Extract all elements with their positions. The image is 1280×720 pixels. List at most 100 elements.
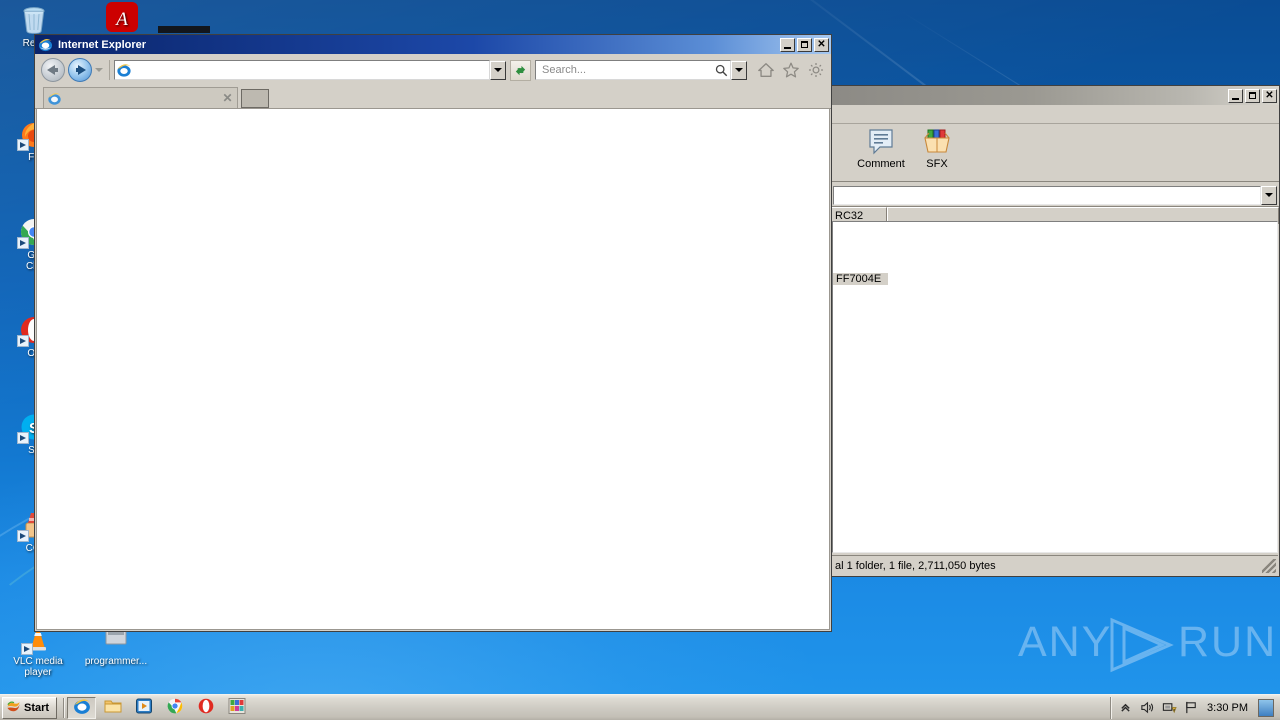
home-icon[interactable] <box>755 59 777 81</box>
browser-tab[interactable]: ✕ <box>43 87 238 108</box>
search-provider-dropdown-icon[interactable] <box>731 60 747 80</box>
chrome-icon <box>166 697 184 718</box>
resize-grip-icon[interactable] <box>1262 558 1276 573</box>
refresh-button[interactable] <box>510 59 531 81</box>
watermark-right-text: RUN <box>1178 618 1278 666</box>
ie-logo-icon <box>38 37 53 52</box>
windows-logo-icon <box>6 699 21 717</box>
ie-minimize-button[interactable] <box>780 37 795 52</box>
cell-crc32: FF7004E <box>833 273 888 285</box>
recycle-bin-icon <box>18 4 50 36</box>
media-player-icon <box>135 697 153 718</box>
page-favicon-icon <box>116 62 132 78</box>
shortcut-overlay-icon <box>17 335 29 347</box>
winrar-titlebar[interactable]: ✕ <box>831 86 1279 105</box>
desktop-icon-adobe-acrobat[interactable]: A <box>88 2 156 34</box>
forward-button[interactable] <box>68 58 92 82</box>
show-hidden-icons-chevron-up-icon[interactable] <box>1117 700 1133 716</box>
table-row[interactable] <box>833 238 1277 254</box>
winrar-path-dropdown-icon[interactable] <box>1261 185 1277 205</box>
anyrun-watermark: ANY RUN <box>1018 612 1275 674</box>
volume-icon[interactable] <box>1139 700 1155 716</box>
winrar-window-controls[interactable]: ✕ <box>1228 88 1277 103</box>
ie-window-title: Internet Explorer <box>58 38 147 51</box>
opera-icon <box>197 697 215 718</box>
sfx-button-label: SFX <box>926 158 948 170</box>
settings-gear-icon[interactable] <box>805 59 827 81</box>
winrar-icon <box>228 697 246 718</box>
taskbar-divider <box>63 697 65 718</box>
winrar-file-list[interactable]: FF7004E <box>832 221 1278 553</box>
winrar-window[interactable]: ✕ Comment SFX RC32 FF7004E al 1 folder, … <box>830 85 1280 577</box>
internet-explorer-window[interactable]: Internet Explorer ✕ Search... ✕ <box>34 34 832 632</box>
close-icon: ✕ <box>1265 89 1274 101</box>
system-tray[interactable]: 3:30 PM <box>1110 696 1280 719</box>
winrar-close-button[interactable]: ✕ <box>1262 88 1277 103</box>
taskbar-media-player[interactable] <box>129 697 158 719</box>
search-input[interactable] <box>540 63 712 77</box>
start-button[interactable]: Start <box>2 696 58 719</box>
desktop-icon-dark-bar <box>158 26 210 33</box>
start-button-label: Start <box>24 701 50 714</box>
shortcut-overlay-icon <box>17 530 29 542</box>
back-button[interactable] <box>41 58 65 82</box>
svg-text:A: A <box>114 9 128 30</box>
address-bar[interactable] <box>114 60 490 80</box>
tab-favicon-icon <box>47 91 62 106</box>
close-icon: ✕ <box>817 38 826 50</box>
winrar-menubar[interactable] <box>831 105 1279 124</box>
winrar-statusbar: al 1 folder, 1 file, 2,711,050 bytes <box>832 555 1278 575</box>
ie-page-content[interactable] <box>36 108 830 630</box>
taskbar[interactable]: Start 3:30 PM <box>0 694 1280 720</box>
recent-pages-chevron-down-icon[interactable] <box>92 58 105 82</box>
forward-arrow-tail <box>76 68 81 72</box>
table-row[interactable]: FF7004E <box>833 270 1277 288</box>
network-warning-icon[interactable] <box>1161 700 1177 716</box>
desktop-icon-label: programmer... <box>84 656 148 667</box>
winrar-minimize-button[interactable] <box>1228 88 1243 103</box>
sfx-button[interactable]: SFX <box>909 127 965 170</box>
address-dropdown-icon[interactable] <box>490 60 506 80</box>
sfx-box-icon <box>920 127 954 157</box>
winrar-toolbar[interactable]: Comment SFX <box>831 124 1279 182</box>
ie-tab-bar[interactable]: ✕ <box>35 84 831 109</box>
address-input[interactable] <box>134 63 489 77</box>
show-desktop-button[interactable] <box>1258 698 1274 717</box>
taskbar-opera[interactable] <box>191 697 220 719</box>
new-tab-button[interactable] <box>241 89 269 108</box>
refresh-icon <box>515 65 526 75</box>
action-center-flag-icon[interactable] <box>1183 700 1199 716</box>
tab-close-icon[interactable]: ✕ <box>221 92 234 105</box>
taskbar-clock[interactable]: 3:30 PM <box>1205 702 1250 714</box>
toolbar-divider <box>109 60 110 80</box>
taskbar-windows-explorer[interactable] <box>98 697 127 719</box>
comment-icon <box>864 127 898 157</box>
comment-button-label: Comment <box>857 158 905 170</box>
comment-button[interactable]: Comment <box>853 127 909 170</box>
table-row[interactable] <box>833 222 1277 238</box>
winrar-maximize-button[interactable] <box>1245 88 1260 103</box>
ie-navigation-bar[interactable] <box>35 54 831 84</box>
ie-titlebar[interactable]: Internet Explorer ✕ <box>35 35 831 54</box>
shortcut-overlay-icon <box>17 237 29 249</box>
table-row[interactable] <box>833 254 1277 270</box>
winrar-status-text: al 1 folder, 1 file, 2,711,050 bytes <box>835 559 996 572</box>
taskbar-internet-explorer[interactable] <box>67 696 97 719</box>
winrar-path-combobox[interactable] <box>833 185 1261 205</box>
adobe-acrobat-icon: A <box>103 2 141 32</box>
favorites-star-icon[interactable] <box>780 59 802 81</box>
desktop[interactable]: Recy Fir Go Chr <box>0 0 1280 720</box>
ie-window-controls[interactable]: ✕ <box>780 37 829 52</box>
ie-maximize-button[interactable] <box>797 37 812 52</box>
folder-icon <box>104 697 122 718</box>
taskbar-google-chrome[interactable] <box>160 697 189 719</box>
winrar-path-row[interactable] <box>831 182 1279 206</box>
taskbar-winrar[interactable] <box>222 697 251 719</box>
shortcut-overlay-icon <box>17 139 29 151</box>
ie-close-button[interactable]: ✕ <box>814 37 829 52</box>
search-icon[interactable] <box>712 64 730 77</box>
search-box[interactable] <box>535 60 731 80</box>
ie-icon <box>73 697 91 718</box>
shortcut-overlay-icon <box>17 432 29 444</box>
shortcut-overlay-icon <box>21 643 33 655</box>
